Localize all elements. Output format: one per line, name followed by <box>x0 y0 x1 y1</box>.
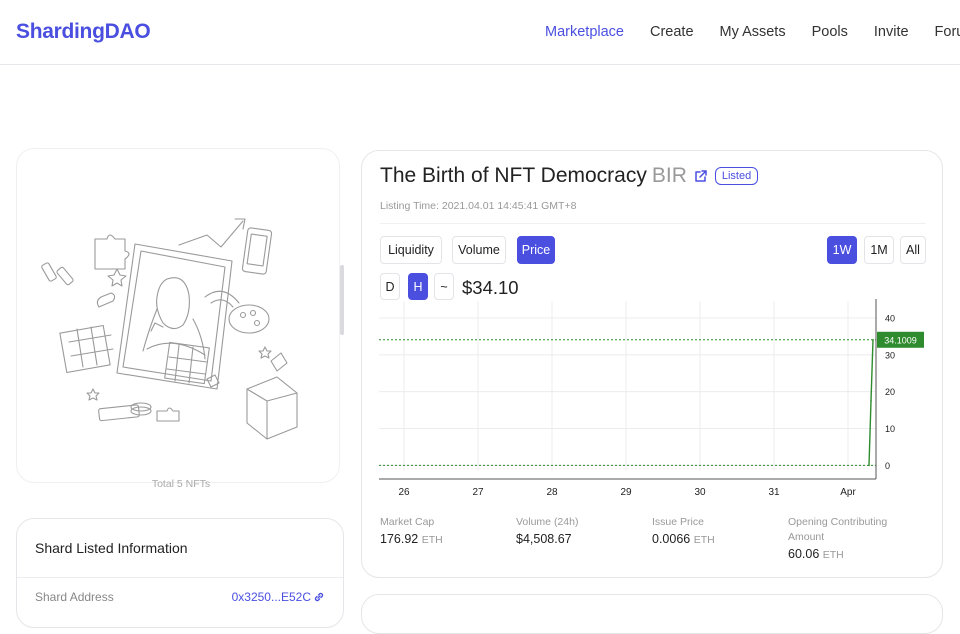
listing-time: Listing Time: 2021.04.01 14:45:41 GMT+8 <box>380 200 577 212</box>
y-tick-label: 0 <box>885 461 890 471</box>
price-data-point <box>868 464 870 467</box>
token-title-row: The Birth of NFT Democracy BIR Listed <box>380 164 759 188</box>
interval-custom[interactable]: ~ <box>434 273 454 300</box>
stat-label: Market Cap <box>380 516 435 528</box>
range-all[interactable]: All <box>900 236 926 264</box>
tab-liquidity[interactable]: Liquidity <box>380 236 442 264</box>
current-value-label: 34.1009 <box>884 335 917 345</box>
external-link-icon[interactable] <box>693 168 709 184</box>
interval-day[interactable]: D <box>380 273 400 300</box>
stat-unit: ETH <box>693 534 715 546</box>
nav-forum[interactable]: Foru <box>935 24 960 40</box>
interval-hour[interactable]: H <box>408 273 428 300</box>
nft-artwork-image <box>41 218 298 440</box>
next-card <box>361 594 943 634</box>
total-nfts-label: Total 5 NFTs <box>151 478 211 490</box>
price-series-line <box>868 339 874 466</box>
y-tick-label: 20 <box>885 387 895 397</box>
price-data-point <box>870 400 872 402</box>
stat-unit: ETH <box>822 549 844 561</box>
divider <box>17 577 343 578</box>
x-tick-label: Apr <box>840 487 856 498</box>
price-data-point <box>872 338 874 341</box>
tab-volume[interactable]: Volume <box>452 236 506 264</box>
shard-address-link[interactable]: 0x3250...E52C <box>232 590 325 604</box>
stat-label: Opening Contributing Amount <box>788 516 888 543</box>
nav-create[interactable]: Create <box>650 24 694 40</box>
nft-artwork-card[interactable] <box>16 148 340 483</box>
shard-address-value: 0x3250...E52C <box>231 590 311 604</box>
nav-invite[interactable]: Invite <box>874 24 909 40</box>
listed-status-badge: Listed <box>714 167 759 185</box>
y-tick-label: 10 <box>885 424 895 434</box>
stat-value: $4,508.67 <box>516 532 572 546</box>
token-symbol: BIR <box>651 164 687 187</box>
link-icon <box>314 592 324 602</box>
logo[interactable]: ShardingDAO <box>16 20 151 44</box>
token-detail-card: The Birth of NFT Democracy BIR Listed Li… <box>361 150 943 578</box>
stat-value: 60.06 <box>788 547 820 561</box>
stat-volume-24h: Volume (24h) $4,508.67 <box>516 515 578 546</box>
x-tick-label: 26 <box>398 487 410 498</box>
main-nav: Marketplace Create My Assets Pools Invit… <box>545 24 960 40</box>
x-tick-label: 29 <box>620 487 632 498</box>
y-tick-label: 30 <box>885 350 895 360</box>
token-name: The Birth of NFT Democracy <box>380 164 647 187</box>
stat-market-cap: Market Cap 176.92 ETH <box>380 515 443 546</box>
x-tick-label: 30 <box>694 487 706 498</box>
nav-marketplace[interactable]: Marketplace <box>545 24 624 40</box>
stat-opening-contributing-amount: Opening Contributing Amount 60.06 ETH <box>788 515 908 561</box>
y-tick-label: 40 <box>885 314 895 324</box>
range-1m[interactable]: 1M <box>864 236 894 264</box>
nav-my-assets[interactable]: My Assets <box>720 24 786 40</box>
stat-label: Volume (24h) <box>516 516 579 528</box>
stat-unit: ETH <box>421 534 443 546</box>
top-navigation-bar: ShardingDAO Marketplace Create My Assets… <box>0 0 960 65</box>
stat-issue-price: Issue Price 0.0066 ETH <box>652 515 715 546</box>
x-tick-label: 28 <box>546 487 558 498</box>
x-tick-label: 31 <box>768 487 780 498</box>
nav-pools[interactable]: Pools <box>812 24 848 40</box>
range-1w[interactable]: 1W <box>827 236 857 264</box>
stat-value: 176.92 <box>380 532 419 546</box>
stat-label: Issue Price <box>652 516 704 528</box>
shard-address-label: Shard Address <box>35 590 114 604</box>
price-chart[interactable]: 26 27 28 29 30 31 Apr 0 10 20 30 40 34.1009 <box>379 299 929 499</box>
stat-value: 0.0066 <box>652 532 691 546</box>
tab-price[interactable]: Price <box>517 236 555 264</box>
divider <box>380 223 926 224</box>
scrollbar-thumb[interactable] <box>340 265 344 335</box>
shard-listed-information-card: Shard Listed Information Shard Address 0… <box>16 518 344 628</box>
shard-info-title: Shard Listed Information <box>35 540 188 556</box>
current-price: $34.10 <box>462 277 519 298</box>
x-tick-label: 27 <box>472 487 484 498</box>
